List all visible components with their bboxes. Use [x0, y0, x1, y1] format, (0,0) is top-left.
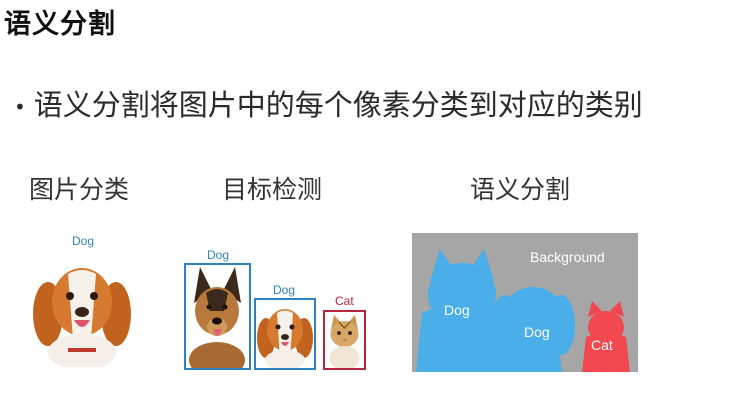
- bullet-point: • 语义分割将图片中的每个像素分类到对应的类别: [14, 82, 643, 124]
- segmentation-label-dog-2: Dog: [524, 324, 550, 340]
- detection-label-dog-2: Dog: [273, 283, 296, 297]
- heading-segmentation: 语义分割: [470, 175, 571, 204]
- segmentation-label-dog-1: Dog: [444, 302, 470, 318]
- detection-label-dog-1: Dog: [207, 248, 230, 262]
- detection-label-cat: Cat: [335, 294, 354, 308]
- classification-label: Dog: [72, 234, 95, 248]
- bullet-dot-icon: •: [14, 95, 26, 119]
- detection-box-dog-2: [254, 298, 316, 370]
- heading-classification: 图片分类: [29, 175, 130, 204]
- segmentation-label-cat: Cat: [591, 337, 613, 353]
- detection-box-cat: [323, 310, 366, 370]
- slide-title: 语义分割: [4, 9, 116, 40]
- segmentation-label-background: Background: [530, 249, 605, 265]
- heading-detection: 目标检测: [222, 175, 323, 204]
- detection-box-dog-1: [184, 263, 251, 370]
- bullet-text: 语义分割将图片中的每个像素分类到对应的类别: [33, 88, 643, 122]
- spaniel-dog-image: [32, 252, 132, 367]
